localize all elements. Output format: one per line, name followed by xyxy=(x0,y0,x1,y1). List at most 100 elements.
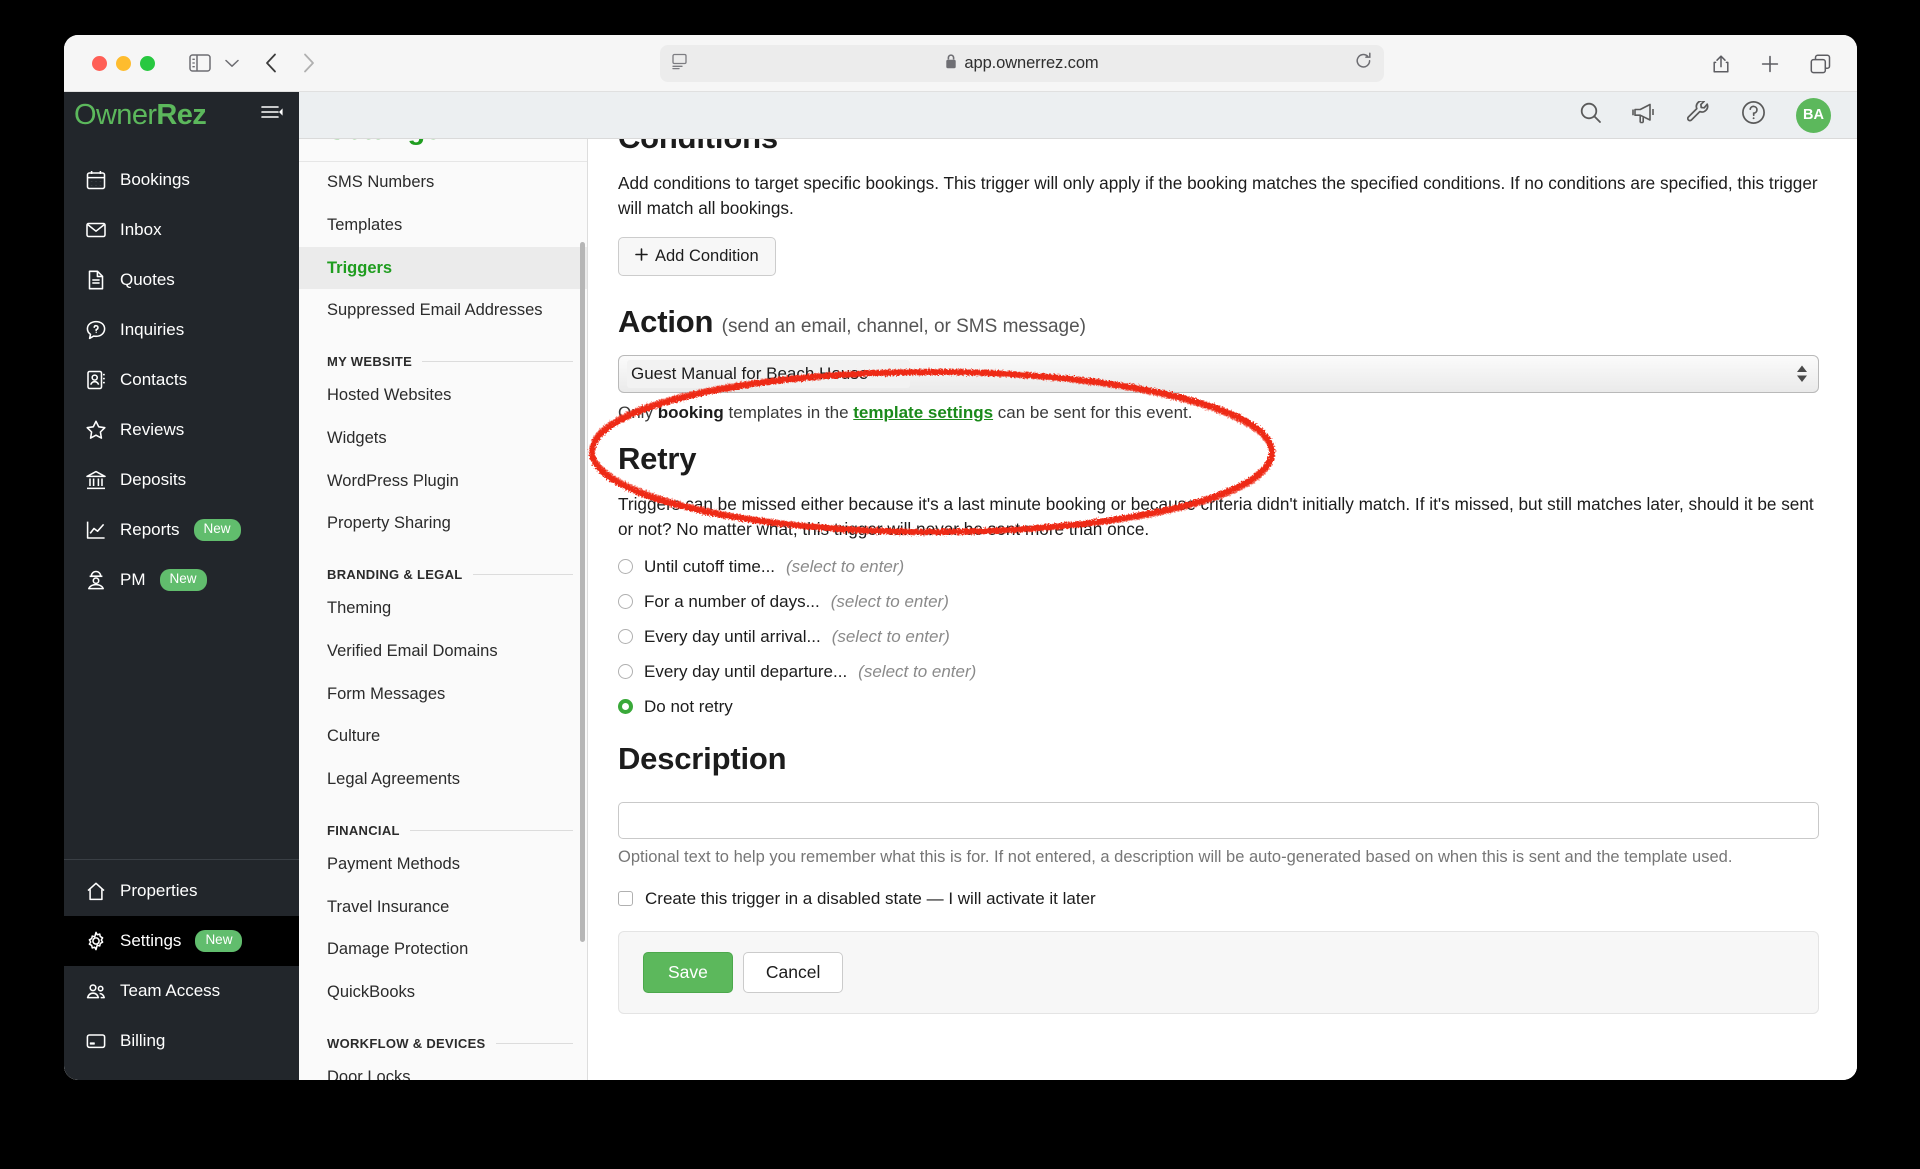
helper-suffix: can be sent for this event. xyxy=(993,402,1193,422)
settings-item-quickbooks[interactable]: QuickBooks xyxy=(299,971,587,1014)
settings-item-sms-numbers[interactable]: SMS Numbers xyxy=(299,162,587,204)
sidebar-item-reviews[interactable]: Reviews xyxy=(64,405,299,455)
settings-item-damage-protection[interactable]: Damage Protection xyxy=(299,928,587,971)
settings-item-suppressed-email-addresses[interactable]: Suppressed Email Addresses xyxy=(299,289,587,332)
question-circle-icon[interactable] xyxy=(1741,100,1766,130)
primary-sidebar: OwnerRez Bookings Inbox Quotes Inquiries Con… xyxy=(64,92,299,1080)
sidebar-item-reports[interactable]: Reports New xyxy=(64,505,299,555)
save-button[interactable]: Save xyxy=(643,951,733,993)
window-controls[interactable] xyxy=(92,55,155,71)
plus-icon xyxy=(635,247,648,266)
sidebar-item-settings[interactable]: Settings New xyxy=(64,916,299,966)
sidebar-item-label: Billing xyxy=(120,1031,166,1050)
select-stepper-arrows-icon[interactable] xyxy=(1797,365,1807,382)
settings-item-hosted-websites[interactable]: Hosted Websites xyxy=(299,374,587,417)
sidebar-item-billing[interactable]: Billing xyxy=(64,1016,299,1066)
settings-item-door-locks[interactable]: Door Locks xyxy=(299,1056,587,1080)
collapse-menu-icon[interactable] xyxy=(261,105,283,124)
settings-item-widgets[interactable]: Widgets xyxy=(299,417,587,460)
radio-button[interactable] xyxy=(618,594,633,610)
ownerrez-logo[interactable]: OwnerRez xyxy=(74,99,207,132)
sidebar-item-label: PM xyxy=(120,570,146,589)
sidebar-item-pm[interactable]: PM New xyxy=(64,555,299,605)
radio-button[interactable] xyxy=(618,664,633,680)
radio-button[interactable] xyxy=(618,629,633,645)
divider xyxy=(409,829,573,831)
tab-overview-icon[interactable] xyxy=(1810,54,1831,74)
sidebar-item-inquiries[interactable]: Inquiries xyxy=(64,305,299,355)
disabled-state-checkbox[interactable] xyxy=(618,891,633,907)
template-settings-link[interactable]: template settings xyxy=(853,403,993,422)
retry-option-4[interactable]: Do not retry xyxy=(618,697,1819,717)
radio-button[interactable] xyxy=(618,699,633,715)
brand-header: OwnerRez xyxy=(64,92,299,139)
retry-option-label: Every day until departure... xyxy=(644,661,848,681)
sidebar-toggle-icon[interactable] xyxy=(189,54,211,72)
chevron-down-icon[interactable] xyxy=(225,59,239,68)
action-template-value: Guest Manual for Beach House xyxy=(631,363,869,383)
settings-group-header: WORKFLOW & DEVICES xyxy=(299,1014,587,1056)
settings-item-verified-email-domains[interactable]: Verified Email Domains xyxy=(299,630,587,673)
retry-option-hint: (select to enter) xyxy=(831,626,950,646)
settings-group-header: MY WEBSITE xyxy=(299,332,587,374)
add-condition-button[interactable]: Add Condition xyxy=(618,236,776,276)
action-helper-text: Only booking templates in the template s… xyxy=(618,403,1819,423)
retry-option-2[interactable]: Every day until arrival... (select to ent… xyxy=(618,627,1819,647)
sidebar-item-deposits[interactable]: Deposits xyxy=(64,455,299,505)
settings-item-triggers[interactable]: Triggers xyxy=(299,246,587,290)
address-book-icon xyxy=(86,370,106,390)
settings-item-payment-methods[interactable]: Payment Methods xyxy=(299,843,587,886)
back-chevron-icon[interactable] xyxy=(265,53,277,73)
helper-mid: templates in the xyxy=(723,402,854,422)
forward-chevron-icon[interactable] xyxy=(303,53,315,73)
sidebar-item-contacts[interactable]: Contacts xyxy=(64,355,299,405)
plus-icon[interactable] xyxy=(1760,54,1780,74)
settings-item-travel-insurance[interactable]: Travel Insurance xyxy=(299,886,587,929)
retry-option-0[interactable]: Until cutoff time... (select to enter) xyxy=(618,557,1819,577)
megaphone-icon[interactable] xyxy=(1632,102,1657,129)
disabled-state-checkbox-row[interactable]: Create this trigger in a disabled state … xyxy=(618,889,1819,909)
envelope-icon xyxy=(86,220,106,240)
minimize-window-button[interactable] xyxy=(116,55,131,71)
search-icon[interactable] xyxy=(1579,101,1602,129)
description-heading-text: Description xyxy=(618,740,787,776)
settings-scrollbar[interactable] xyxy=(580,242,585,942)
close-window-button[interactable] xyxy=(92,55,107,71)
sidebar-item-bookings[interactable]: Bookings xyxy=(64,155,299,205)
settings-item-property-sharing[interactable]: Property Sharing xyxy=(299,502,587,545)
retry-option-1[interactable]: For a number of days... (select to enter) xyxy=(618,592,1819,612)
radio-button[interactable] xyxy=(618,559,633,575)
action-heading-text: Action xyxy=(618,303,714,339)
avatar[interactable]: BA xyxy=(1796,97,1831,133)
sidebar-item-inbox[interactable]: Inbox xyxy=(64,205,299,255)
sidebar-item-properties[interactable]: Properties xyxy=(64,866,299,916)
address-bar[interactable]: app.ownerrez.com xyxy=(660,45,1384,82)
settings-item-form-messages[interactable]: Form Messages xyxy=(299,673,587,716)
retry-option-3[interactable]: Every day until departure... (select to e… xyxy=(618,662,1819,682)
wrench-icon[interactable] xyxy=(1687,99,1711,130)
browser-toolbar: app.ownerrez.com xyxy=(64,35,1857,92)
desktop-background: app.ownerrez.com OwnerRez Bookings Inbox… xyxy=(0,0,1920,1169)
settings-item-legal-agreements[interactable]: Legal Agreements xyxy=(299,758,587,801)
maximize-window-button[interactable] xyxy=(140,55,155,71)
share-icon[interactable] xyxy=(1712,53,1730,75)
sidebar-item-team-access[interactable]: Team Access xyxy=(64,966,299,1016)
settings-item-theming[interactable]: Theming xyxy=(299,587,587,630)
description-input[interactable] xyxy=(618,801,1819,839)
retry-option-label: Do not retry xyxy=(644,696,733,716)
settings-group-label: WORKFLOW & DEVICES xyxy=(327,1035,486,1051)
sidebar-item-label: Contacts xyxy=(120,370,188,389)
address-display: app.ownerrez.com xyxy=(689,53,1355,74)
calendar-icon xyxy=(86,170,106,190)
sidebar-item-label: Reviews xyxy=(120,420,185,439)
main-content: Conditions Add conditions to target spec… xyxy=(588,92,1857,1080)
settings-item-wordpress-plugin[interactable]: WordPress Plugin xyxy=(299,460,587,503)
sidebar-item-quotes[interactable]: Quotes xyxy=(64,255,299,305)
reload-icon[interactable] xyxy=(1355,52,1372,75)
reader-view-icon[interactable] xyxy=(672,53,689,75)
settings-item-culture[interactable]: Culture xyxy=(299,715,587,758)
settings-item-templates[interactable]: Templates xyxy=(299,204,587,247)
retry-heading: Retry xyxy=(618,441,1819,477)
cancel-button[interactable]: Cancel xyxy=(742,951,844,993)
action-template-select[interactable]: Guest Manual for Beach House xyxy=(618,354,1819,393)
